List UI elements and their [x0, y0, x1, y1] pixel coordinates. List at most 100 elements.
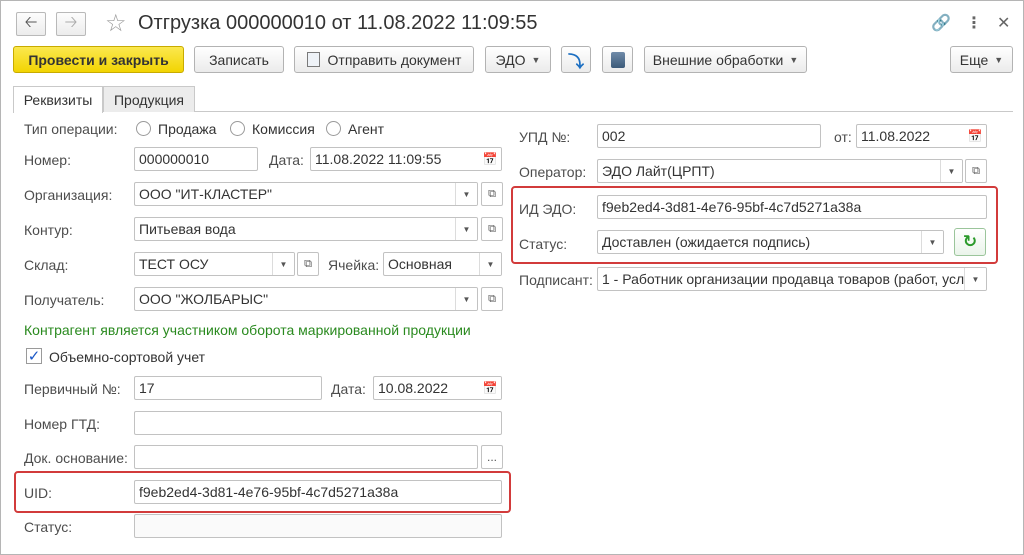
- basis-select-button[interactable]: ...: [481, 445, 503, 469]
- document-icon: [306, 52, 320, 67]
- radio-sale-label: Продажа: [158, 121, 217, 137]
- bulk-accounting-checkbox[interactable]: ✓: [26, 348, 42, 365]
- operation-type-label: Тип операции:: [24, 121, 118, 137]
- bulk-accounting-label: Объемно-сортовой учет: [49, 349, 206, 365]
- open-recipient-button[interactable]: ⧉: [481, 287, 503, 311]
- edo-status-field[interactable]: Доставлен (ожидается подпись) ▼: [597, 230, 944, 254]
- chevron-down-icon[interactable]: ▼: [921, 231, 943, 253]
- chevron-down-icon[interactable]: ▼: [455, 288, 477, 310]
- edo-status-label: Статус:: [519, 236, 568, 252]
- edo-id-field[interactable]: f9eb2ed4-3d81-4e76-95bf-4c7d5271a38a: [597, 195, 987, 219]
- number-field[interactable]: 000000010: [134, 147, 258, 171]
- forward-button[interactable]: 🡢: [56, 12, 86, 36]
- date-field[interactable]: 11.08.2022 11:09:55 📅: [310, 147, 502, 171]
- contour-label: Контур:: [24, 222, 73, 238]
- chevron-down-icon[interactable]: ▼: [455, 218, 477, 240]
- external-processing-label: Внешние обработки: [652, 51, 784, 68]
- open-window-icon: ⧉: [304, 257, 312, 270]
- edo-id-label: ИД ЭДО:: [519, 201, 577, 217]
- chevron-down-icon[interactable]: ▼: [964, 268, 986, 290]
- contour-value: Питьевая вода: [139, 221, 236, 237]
- chevron-down-icon: ▼: [789, 54, 799, 65]
- edo-id-value: f9eb2ed4-3d81-4e76-95bf-4c7d5271a38a: [602, 199, 862, 215]
- more-vertical-icon[interactable]: ⋮: [966, 13, 982, 33]
- refresh-icon: ↻: [962, 232, 978, 251]
- cell-label: Ячейка:: [328, 257, 380, 273]
- open-operator-button[interactable]: ⧉: [965, 159, 987, 183]
- signer-value: 1 - Работник организации продавца товаро…: [602, 271, 965, 287]
- workflow-button[interactable]: ⤵: [561, 46, 591, 73]
- upd-number-field[interactable]: 002: [597, 124, 821, 148]
- operator-value: ЭДО Лайт(ЦРПТ): [602, 163, 715, 179]
- more-button[interactable]: Еще ▼: [950, 46, 1013, 73]
- organization-label: Организация:: [24, 187, 113, 203]
- signer-field[interactable]: 1 - Работник организации продавца товаро…: [597, 267, 987, 291]
- post-and-close-button[interactable]: Провести и закрыть: [13, 46, 184, 73]
- upd-number-label: УПД №:: [519, 129, 571, 145]
- chevron-down-icon[interactable]: ▼: [455, 183, 477, 205]
- back-button[interactable]: 🡠: [16, 12, 46, 36]
- primary-date-value: 10.08.2022: [378, 380, 449, 396]
- radio-agent[interactable]: [326, 121, 341, 136]
- basis-document-label: Док. основание:: [24, 450, 128, 466]
- upd-date-label: от:: [834, 129, 852, 145]
- close-icon[interactable]: ✕: [997, 13, 1010, 33]
- cell-value: Основная: [388, 256, 452, 272]
- upd-date-field[interactable]: 11.08.2022 📅: [856, 124, 987, 148]
- checkmark-icon: ✓: [27, 348, 41, 365]
- external-processing-button[interactable]: Внешние обработки ▼: [644, 46, 807, 73]
- send-document-button[interactable]: Отправить документ: [294, 46, 474, 73]
- operator-field[interactable]: ЭДО Лайт(ЦРПТ) ▼: [597, 159, 963, 183]
- refresh-status-button[interactable]: ↻: [954, 228, 986, 256]
- primary-date-label: Дата:: [331, 381, 366, 397]
- save-button[interactable]: Записать: [194, 46, 284, 73]
- uid-field[interactable]: f9eb2ed4-3d81-4e76-95bf-4c7d5271a38a: [134, 480, 502, 504]
- calendar-icon[interactable]: 📅: [964, 125, 986, 147]
- tab-products[interactable]: Продукция: [103, 86, 195, 112]
- primary-number-label: Первичный №:: [24, 381, 121, 397]
- curved-arrow-icon: ⤵: [567, 53, 584, 71]
- contractor-note: Контрагент является участником оборота м…: [24, 322, 471, 338]
- post-and-close-label: Провести и закрыть: [28, 51, 169, 68]
- operator-label: Оператор:: [519, 164, 587, 180]
- date-label: Дата:: [269, 152, 304, 168]
- chevron-down-icon[interactable]: ▼: [940, 160, 962, 182]
- radio-sale[interactable]: [136, 121, 151, 136]
- primary-number-value: 17: [139, 380, 155, 396]
- chevron-down-icon[interactable]: ▼: [272, 253, 294, 275]
- settings-button[interactable]: [602, 46, 633, 73]
- gtd-number-field[interactable]: [134, 411, 502, 435]
- calendar-icon[interactable]: 📅: [479, 148, 501, 170]
- ellipsis-icon: ...: [486, 450, 497, 464]
- radio-commission[interactable]: [230, 121, 245, 136]
- contour-field[interactable]: Питьевая вода ▼: [134, 217, 478, 241]
- link-icon[interactable]: 🔗: [931, 13, 951, 33]
- tab-requisites[interactable]: Реквизиты: [13, 86, 103, 113]
- edo-label: ЭДО: [495, 51, 526, 68]
- open-organization-button[interactable]: ⧉: [481, 182, 503, 206]
- primary-number-field[interactable]: 17: [134, 376, 322, 400]
- document-window: 🡠 🡢 ☆ Отгрузка 000000010 от 11.08.2022 1…: [0, 0, 1024, 555]
- cell-field[interactable]: Основная ▼: [383, 252, 502, 276]
- number-label: Номер:: [24, 152, 71, 168]
- device-settings-icon: [610, 51, 625, 68]
- open-warehouse-button[interactable]: ⧉: [297, 252, 319, 276]
- basis-document-field[interactable]: [134, 445, 478, 469]
- open-window-icon: ⧉: [488, 292, 496, 305]
- save-label: Записать: [209, 51, 269, 68]
- recipient-field[interactable]: ООО "ЖОЛБАРЫС" ▼: [134, 287, 478, 311]
- warehouse-field[interactable]: ТЕСТ ОСУ ▼: [134, 252, 295, 276]
- primary-date-field[interactable]: 10.08.2022 📅: [373, 376, 502, 400]
- tab-requisites-label: Реквизиты: [23, 92, 93, 108]
- organization-field[interactable]: ООО "ИТ-КЛАСТЕР" ▼: [134, 182, 478, 206]
- more-label: Еще: [959, 51, 989, 68]
- upd-number-value: 002: [602, 128, 626, 144]
- edo-menu-button[interactable]: ЭДО ▼: [485, 46, 551, 73]
- radio-commission-label: Комиссия: [252, 121, 315, 137]
- open-contour-button[interactable]: ⧉: [481, 217, 503, 241]
- chevron-down-icon[interactable]: ▼: [479, 253, 501, 275]
- calendar-icon[interactable]: 📅: [479, 377, 501, 399]
- star-icon[interactable]: ☆: [105, 9, 127, 38]
- open-window-icon: ⧉: [972, 164, 980, 177]
- signer-label: Подписант:: [519, 272, 593, 288]
